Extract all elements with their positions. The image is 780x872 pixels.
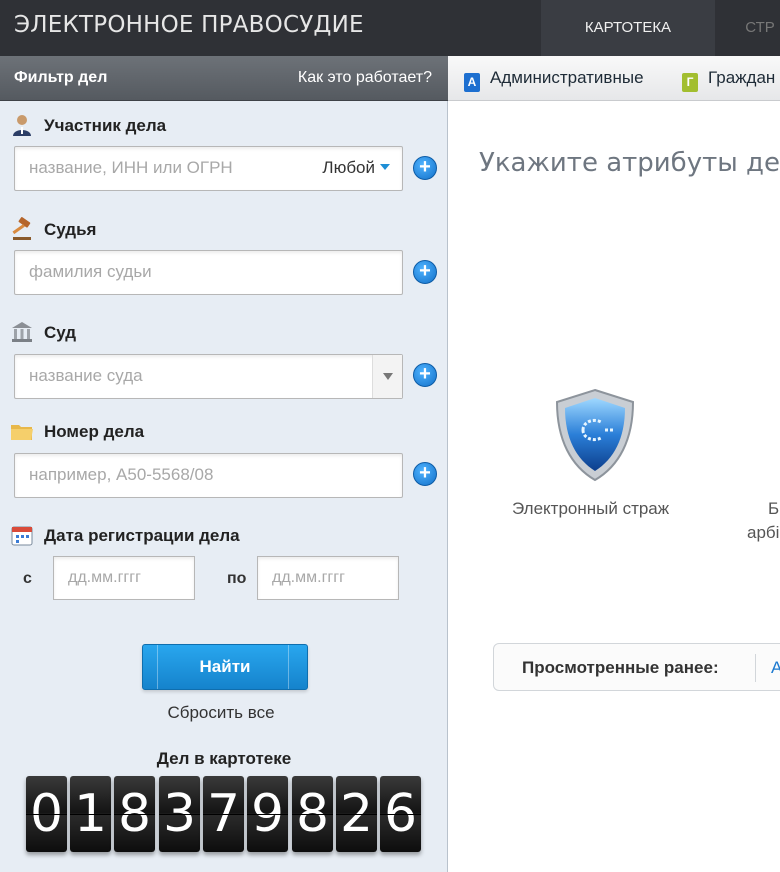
viewed-earlier-bar: Просмотренные ранее: А bbox=[493, 643, 780, 691]
add-judge-button[interactable]: + bbox=[413, 260, 437, 284]
dropdown-arrow-icon[interactable] bbox=[372, 355, 402, 398]
tab-next[interactable]: СТР bbox=[715, 0, 780, 56]
counter-digit: 0 bbox=[26, 776, 67, 852]
date-to-input[interactable] bbox=[272, 569, 387, 587]
viewed-case-link[interactable]: А bbox=[771, 658, 780, 678]
add-case-number-button[interactable]: + bbox=[413, 462, 437, 486]
reset-all-link[interactable]: Сбросить все bbox=[0, 703, 442, 723]
category-administrative[interactable]: А Административные bbox=[464, 68, 644, 92]
judge-field[interactable] bbox=[14, 250, 403, 295]
case-counter-title: Дел в картотеке bbox=[156, 749, 292, 768]
date-from-field[interactable] bbox=[53, 556, 195, 600]
calendar-icon bbox=[11, 526, 33, 546]
tab-kartoteka[interactable]: КАРТОТЕКА bbox=[541, 0, 715, 56]
filter-header: Фильтр дел Как это работает? bbox=[0, 56, 448, 101]
counter-digit: 6 bbox=[380, 776, 421, 852]
date-to-field[interactable] bbox=[257, 556, 399, 600]
case-number-input[interactable] bbox=[29, 465, 309, 485]
participant-mode-value: Любой bbox=[322, 158, 375, 177]
folder-icon bbox=[11, 425, 33, 440]
participant-field[interactable]: Любой bbox=[14, 146, 403, 191]
civil-icon: Г bbox=[682, 73, 698, 92]
find-button[interactable]: Найти bbox=[142, 644, 308, 690]
judge-label: Судья bbox=[44, 220, 97, 239]
courthouse-icon bbox=[12, 322, 32, 342]
counter-digit: 2 bbox=[336, 776, 377, 852]
administrative-icon: А bbox=[464, 73, 480, 92]
date-from-label: с bbox=[23, 570, 32, 587]
court-label: Суд bbox=[44, 323, 77, 342]
chevron-down-icon bbox=[380, 164, 390, 170]
category-bar: А Административные Г Граждан bbox=[448, 56, 780, 101]
counter-digit: 9 bbox=[247, 776, 288, 852]
site-logo[interactable]: ЭЛЕКТРОННОЕ ПРАВОСУДИЕ bbox=[14, 12, 364, 38]
case-number-label: Номер дела bbox=[44, 422, 145, 441]
page-title: Укажите атрибуты дела bbox=[479, 148, 780, 178]
counter-digit: 3 bbox=[159, 776, 200, 852]
counter-digit: 1 bbox=[70, 776, 111, 852]
divider bbox=[755, 654, 756, 682]
date-to-label: по bbox=[227, 570, 247, 587]
add-court-button[interactable]: + bbox=[413, 363, 437, 387]
add-participant-button[interactable]: + bbox=[413, 156, 437, 180]
category-label: Граждан bbox=[708, 68, 776, 87]
court-select[interactable] bbox=[14, 354, 403, 399]
counter-digit: 8 bbox=[292, 776, 333, 852]
judge-input[interactable] bbox=[29, 262, 309, 282]
person-icon bbox=[13, 115, 31, 136]
category-civil[interactable]: Г Граждан bbox=[682, 68, 775, 92]
counter-digit: 8 bbox=[114, 776, 155, 852]
date-from-input[interactable] bbox=[68, 569, 183, 587]
how-it-works-link[interactable]: Как это работает? bbox=[298, 69, 432, 87]
participant-input[interactable] bbox=[29, 158, 309, 178]
top-bar: ЭЛЕКТРОННОЕ ПРАВОСУДИЕ КАРТОТЕКА СТР bbox=[0, 0, 780, 56]
viewed-earlier-label: Просмотренные ранее: bbox=[522, 658, 719, 677]
electronic-guard-label[interactable]: Электронный страж bbox=[512, 499, 669, 519]
service-label-partial-2[interactable]: арбі bbox=[747, 523, 779, 543]
case-number-field[interactable] bbox=[14, 453, 403, 498]
court-input[interactable] bbox=[29, 366, 309, 386]
filter-title: Фильтр дел bbox=[14, 69, 108, 86]
participant-label: Участник дела bbox=[44, 116, 167, 135]
category-label: Административные bbox=[490, 68, 644, 87]
gavel-icon bbox=[12, 217, 31, 240]
counter-digit: 7 bbox=[203, 776, 244, 852]
participant-mode-dropdown[interactable]: Любой bbox=[322, 158, 390, 178]
date-label: Дата регистрации дела bbox=[44, 526, 240, 545]
service-label-partial[interactable]: Б bbox=[768, 499, 779, 519]
shield-icon[interactable] bbox=[553, 388, 637, 482]
